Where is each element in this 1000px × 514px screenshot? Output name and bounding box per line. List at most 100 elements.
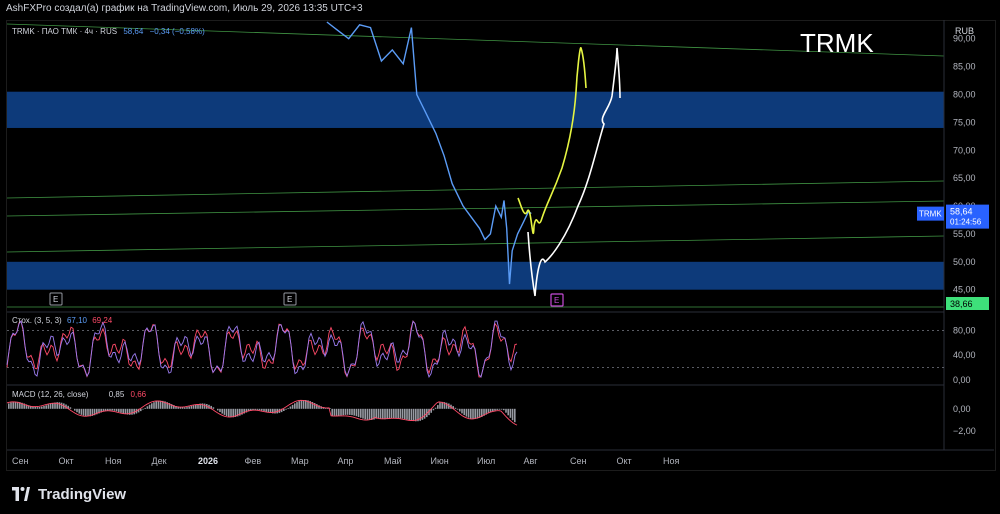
trendline-2 — [6, 200, 945, 217]
macd-histogram-bar — [87, 408, 89, 417]
symbol-name: TRMK · ПАО ТМК · 4ч · RUS — [12, 27, 118, 36]
macd-histogram-bar — [192, 405, 195, 409]
footer-brand: TradingView — [38, 485, 127, 503]
macd-histogram-bar — [184, 407, 186, 409]
macd-histogram-bar — [256, 408, 259, 410]
macd-tick-label: −2,00 — [953, 426, 976, 436]
macd-histogram-bar — [261, 408, 263, 411]
macd-histogram-bar — [124, 408, 127, 415]
macd-histogram-bar — [78, 408, 80, 414]
macd-histogram-bar — [476, 408, 479, 419]
macd-histogram-bar — [223, 408, 226, 415]
macd-histogram-bar — [225, 408, 228, 416]
stoch-legend[interactable]: Стох. (3, 5, 3) 67,10 69,24 — [12, 316, 112, 325]
macd-histogram-bar — [472, 408, 474, 419]
macd-histogram-bar — [291, 404, 294, 409]
macd-histogram-bar — [384, 408, 386, 420]
macd-histogram-bar — [395, 408, 397, 419]
macd-histogram-bar — [188, 406, 190, 409]
macd-histogram-bar — [331, 408, 333, 416]
macd-histogram-bar — [351, 408, 353, 416]
symbol-price: 58,64 — [123, 27, 144, 36]
macd-histogram-bar — [456, 408, 459, 410]
macd-histogram-bar — [285, 408, 287, 410]
macd-histogram-bar — [80, 408, 83, 415]
macd-histogram-bar — [355, 408, 358, 417]
macd-histogram-bar — [120, 408, 122, 413]
price-tick-label: 85,00 — [953, 62, 976, 72]
macd-tick-label: 0,00 — [953, 404, 971, 414]
price-tick-label: 65,00 — [953, 173, 976, 183]
macd-histogram-bar — [146, 406, 149, 409]
macd-histogram-bar — [151, 403, 153, 409]
macd-histogram-bar — [118, 408, 120, 412]
macd-histogram-bar — [186, 407, 188, 409]
macd-histogram-bar — [349, 408, 351, 415]
macd-histogram-bar — [415, 408, 417, 422]
macd-histogram-bar — [377, 408, 380, 419]
macd-histogram-bar — [155, 401, 157, 409]
macd-histogram-bar — [353, 408, 355, 416]
time-tick-label: Окт — [59, 456, 74, 466]
price-tick-label: 70,00 — [953, 145, 976, 155]
macd-histogram-bar — [342, 408, 344, 416]
macd-histogram-bar — [357, 408, 360, 417]
macd-histogram-bar — [203, 403, 206, 409]
macd-histogram-bar — [344, 408, 347, 415]
macd-histogram-bar — [52, 403, 54, 409]
macd-histogram-bar — [10, 402, 12, 409]
macd-histogram-bar — [109, 408, 111, 411]
macd-histogram-bar — [60, 402, 63, 409]
time-tick-label: Ноя — [663, 456, 680, 466]
trendline-3 — [6, 235, 945, 253]
macd-histogram-bar — [221, 408, 223, 414]
macd-histogram-bar — [8, 403, 10, 409]
macd-histogram-bar — [366, 408, 369, 420]
macd-histogram-bar — [340, 408, 342, 416]
macd-histogram-bar — [412, 408, 415, 422]
time-tick-label: Авг — [524, 456, 539, 466]
macd-histogram-bar — [461, 408, 463, 414]
macd-histogram-bar — [302, 400, 305, 409]
macd-histogram-bar — [408, 408, 410, 421]
macd-histogram-bar — [470, 408, 472, 419]
macd-histogram-bar — [43, 406, 45, 409]
green-price-tag-value: 38,66 — [950, 299, 973, 309]
macd-histogram-bar — [364, 408, 366, 420]
time-tick-label: Дек — [152, 456, 167, 466]
macd-histogram-bar — [289, 406, 292, 409]
macd-histogram-bar — [159, 400, 162, 409]
macd-histogram-bar — [360, 408, 362, 418]
stoch-k-value: 67,10 — [66, 316, 87, 325]
macd-value-1: 0,85 — [108, 390, 125, 399]
symbol-legend[interactable]: TRMK · ПАО ТМК · 4ч · RUS 58,64 −0,34 (−… — [12, 27, 205, 36]
symbol-tag-label: TRMK — [919, 210, 942, 219]
macd-histogram-bar — [157, 400, 160, 409]
macd-histogram-bar — [148, 404, 151, 409]
tradingview-brand[interactable]: TradingView — [10, 484, 126, 504]
macd-histogram-bar — [368, 408, 371, 420]
macd-histogram-bar — [45, 405, 47, 409]
macd-legend[interactable]: MACD (12, 26, close) 0,85 0,66 — [12, 390, 146, 399]
time-tick-label: Фев — [245, 456, 262, 466]
macd-histogram-bar — [217, 408, 219, 411]
chart-canvas[interactable]: TRMKE E ERUB90,0085,0080,0075,0070,0065,00… — [0, 0, 1000, 514]
macd-histogram-bar — [498, 408, 501, 410]
macd-histogram-bar — [439, 402, 441, 409]
macd-histogram-bar — [386, 408, 388, 420]
macd-histogram-bar — [219, 408, 221, 412]
macd-histogram-bar — [335, 408, 338, 416]
macd-histogram-bar — [509, 408, 512, 418]
price-tick-label: 45,00 — [953, 285, 976, 295]
white-projection-path — [527, 47, 621, 297]
time-tick-label: Мар — [291, 456, 309, 466]
stoch-tick-label: 0,00 — [953, 375, 971, 385]
macd-histogram-bar — [82, 408, 85, 416]
macd-histogram-bar — [393, 408, 395, 419]
macd-histogram-bar — [74, 408, 76, 411]
macd-histogram-bar — [463, 408, 465, 416]
macd-histogram-bar — [115, 408, 118, 412]
macd-histogram-bar — [406, 408, 408, 420]
macd-histogram-bar — [296, 402, 298, 409]
macd-histogram-bar — [12, 401, 14, 409]
